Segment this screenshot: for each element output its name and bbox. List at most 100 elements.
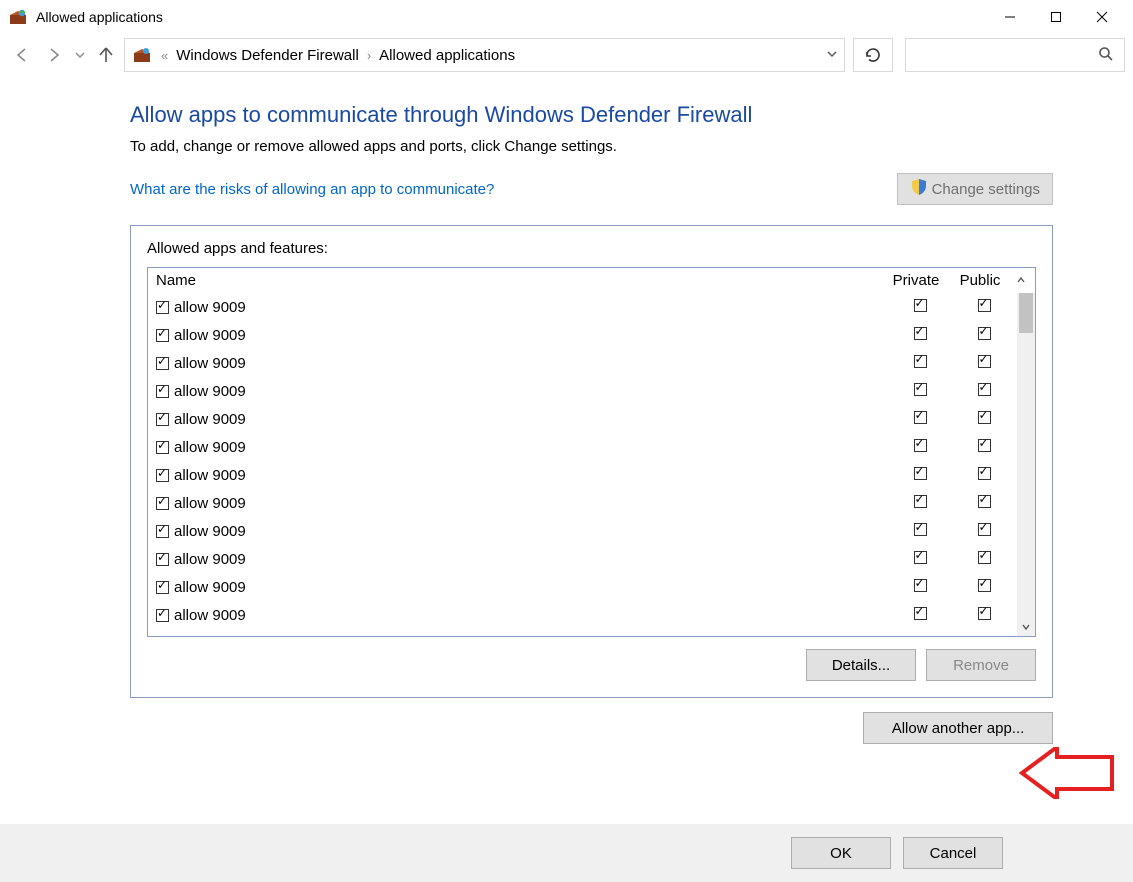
list-item[interactable]: allow 9009 [156,405,1035,433]
window-title: Allowed applications [36,9,987,25]
row-enabled-checkbox[interactable] [156,301,172,314]
list-item[interactable]: allow 9009 [156,461,1035,489]
row-public-checkbox[interactable] [953,495,1015,512]
scroll-thumb[interactable] [1019,293,1033,333]
row-private-checkbox[interactable] [887,299,953,316]
row-name: allow 9009 [172,327,887,344]
back-button[interactable] [8,41,36,69]
titlebar: Allowed applications [0,0,1133,34]
row-enabled-checkbox[interactable] [156,385,172,398]
apps-listbox[interactable]: Name Private Public allow 9009allow 9009… [147,267,1036,637]
row-private-checkbox[interactable] [887,355,953,372]
window-controls [987,2,1125,32]
list-item[interactable]: allow 9009 [156,293,1035,321]
row-public-checkbox[interactable] [953,327,1015,344]
row-public-checkbox[interactable] [953,551,1015,568]
change-settings-button[interactable]: Change settings [897,173,1053,205]
list-item[interactable]: allow 9009 [156,321,1035,349]
breadcrumb-item-2[interactable]: Allowed applications [379,47,515,64]
toolbar: « Windows Defender Firewall › Allowed ap… [0,34,1133,76]
row-enabled-checkbox[interactable] [156,553,172,566]
row-name: allow 9009 [172,439,887,456]
list-item[interactable]: allow 9009 [156,489,1035,517]
risk-link[interactable]: What are the risks of allowing an app to… [130,181,494,198]
allow-another-app-button[interactable]: Allow another app... [863,712,1053,744]
row-public-checkbox[interactable] [953,355,1015,372]
scroll-up-button[interactable] [1011,272,1031,289]
list-item[interactable]: allow 9009 [156,517,1035,545]
row-public-checkbox[interactable] [953,579,1015,596]
row-public-checkbox[interactable] [953,411,1015,428]
list-header: Name Private Public [148,268,1035,293]
row-private-checkbox[interactable] [887,411,953,428]
row-private-checkbox[interactable] [887,383,953,400]
cancel-button[interactable]: Cancel [903,837,1003,869]
row-enabled-checkbox[interactable] [156,413,172,426]
search-icon [1098,46,1114,65]
address-dropdown[interactable] [826,47,838,63]
up-button[interactable] [92,41,120,69]
row-enabled-checkbox[interactable] [156,329,172,342]
row-name: allow 9009 [172,523,887,540]
address-icon [131,44,153,66]
row-private-checkbox[interactable] [887,551,953,568]
list-item[interactable]: allow 9009 [156,601,1035,629]
row-public-checkbox[interactable] [953,607,1015,624]
bottom-bar: OK Cancel [0,824,1133,882]
row-enabled-checkbox[interactable] [156,357,172,370]
breadcrumb-item-1[interactable]: Windows Defender Firewall [176,47,359,64]
row-enabled-checkbox[interactable] [156,441,172,454]
col-name[interactable]: Name [156,272,883,289]
address-bar[interactable]: « Windows Defender Firewall › Allowed ap… [124,38,845,72]
list-item[interactable]: allow 9009 [156,573,1035,601]
details-button[interactable]: Details... [806,649,916,681]
row-enabled-checkbox[interactable] [156,497,172,510]
row-private-checkbox[interactable] [887,439,953,456]
row-enabled-checkbox[interactable] [156,525,172,538]
maximize-button[interactable] [1033,2,1079,32]
list-item[interactable]: allow 9009 [156,545,1035,573]
search-box[interactable] [905,38,1125,72]
content-area: Allow apps to communicate through Window… [0,76,1133,744]
col-private[interactable]: Private [883,272,949,289]
remove-button[interactable]: Remove [926,649,1036,681]
row-private-checkbox[interactable] [887,523,953,540]
chevron-right-icon: › [367,48,371,63]
recent-dropdown[interactable] [72,41,88,69]
list-item[interactable]: allow 9009 [156,349,1035,377]
close-button[interactable] [1079,2,1125,32]
row-private-checkbox[interactable] [887,579,953,596]
apps-panel: Allowed apps and features: Name Private … [130,225,1053,698]
ok-button[interactable]: OK [791,837,891,869]
list-item[interactable]: allow 9009 [156,377,1035,405]
row-public-checkbox[interactable] [953,299,1015,316]
list-item[interactable]: allow 9009 [156,433,1035,461]
annotation-arrow [1017,747,1117,799]
row-public-checkbox[interactable] [953,523,1015,540]
refresh-button[interactable] [853,38,893,72]
row-enabled-checkbox[interactable] [156,581,172,594]
row-private-checkbox[interactable] [887,607,953,624]
scroll-down-button[interactable] [1017,618,1035,636]
row-name: allow 9009 [172,607,887,624]
change-settings-label: Change settings [932,181,1040,198]
row-enabled-checkbox[interactable] [156,609,172,622]
row-public-checkbox[interactable] [953,383,1015,400]
row-private-checkbox[interactable] [887,495,953,512]
forward-button[interactable] [40,41,68,69]
row-private-checkbox[interactable] [887,327,953,344]
breadcrumb-prefix: « [161,48,168,63]
row-private-checkbox[interactable] [887,467,953,484]
shield-icon [910,178,928,200]
minimize-button[interactable] [987,2,1033,32]
row-name: allow 9009 [172,355,887,372]
page-heading: Allow apps to communicate through Window… [130,102,1053,128]
row-name: allow 9009 [172,495,887,512]
row-enabled-checkbox[interactable] [156,469,172,482]
scrollbar[interactable] [1017,293,1035,636]
row-name: allow 9009 [172,299,887,316]
row-public-checkbox[interactable] [953,467,1015,484]
col-public[interactable]: Public [949,272,1011,289]
row-public-checkbox[interactable] [953,439,1015,456]
row-name: allow 9009 [172,551,887,568]
